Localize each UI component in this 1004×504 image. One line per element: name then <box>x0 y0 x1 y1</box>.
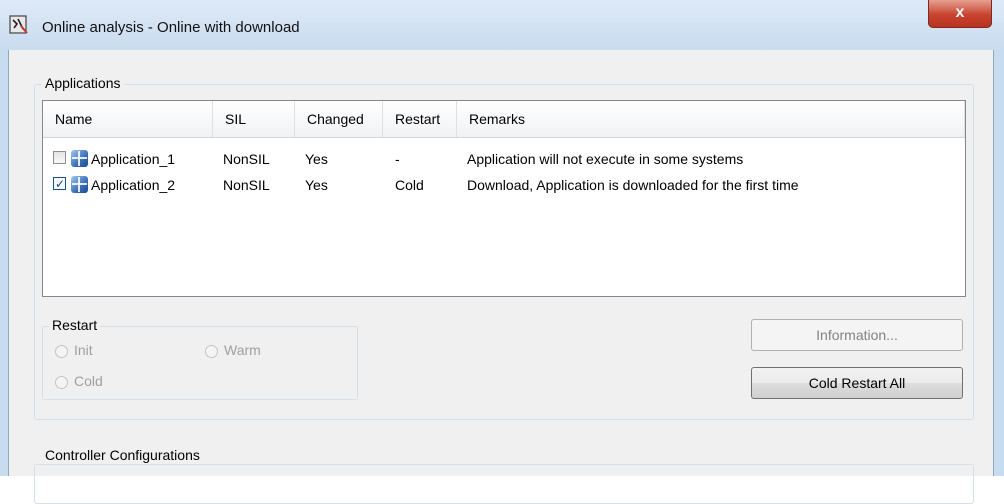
restart-init-radio[interactable] <box>55 345 68 358</box>
row-remarks: Application will not execute in some sys… <box>467 151 744 167</box>
column-header-changed[interactable]: Changed <box>295 101 383 137</box>
row-restart: - <box>395 151 400 167</box>
application-icon <box>71 176 88 193</box>
row-checkbox[interactable] <box>53 151 66 164</box>
application-icon <box>9 15 28 34</box>
column-header-name[interactable]: Name <box>43 101 213 137</box>
cold-restart-all-button[interactable]: Cold Restart All <box>751 367 963 399</box>
column-header-sil[interactable]: SIL <box>213 101 295 137</box>
applications-list[interactable]: Name SIL Changed Restart Remarks Applica… <box>42 100 966 297</box>
table-row[interactable]: Application_2 NonSIL Yes Cold Download, … <box>43 172 965 197</box>
close-icon: x <box>955 4 965 21</box>
row-remarks: Download, Application is downloaded for … <box>467 177 799 193</box>
restart-group-label: Restart <box>49 317 101 333</box>
controller-configurations-group <box>34 464 974 504</box>
title-bar[interactable]: Online analysis - Online with download x <box>0 0 1004 50</box>
column-header-remarks[interactable]: Remarks <box>457 101 965 137</box>
row-sil: NonSIL <box>223 177 270 193</box>
window-title: Online analysis - Online with download <box>42 19 300 36</box>
row-restart: Cold <box>395 177 424 193</box>
applications-group-label: Applications <box>42 75 124 91</box>
restart-init-label: Init <box>74 342 93 358</box>
row-changed: Yes <box>305 151 328 167</box>
row-name: Application_2 <box>91 177 176 193</box>
application-icon <box>71 150 88 167</box>
list-header: Name SIL Changed Restart Remarks <box>43 101 965 138</box>
close-button[interactable]: x <box>928 0 992 28</box>
dialog-window: Online analysis - Online with download x… <box>0 0 1004 504</box>
table-row[interactable]: Application_1 NonSIL Yes - Application w… <box>43 147 965 171</box>
controller-configurations-label: Controller Configurations <box>42 447 203 463</box>
column-header-restart[interactable]: Restart <box>383 101 457 137</box>
row-sil: NonSIL <box>223 151 270 167</box>
information-button[interactable]: Information... <box>751 319 963 351</box>
row-changed: Yes <box>305 177 328 193</box>
restart-warm-label: Warm <box>224 342 261 358</box>
restart-cold-radio[interactable] <box>55 376 68 389</box>
row-name: Application_1 <box>91 151 176 167</box>
restart-warm-radio[interactable] <box>205 345 218 358</box>
row-checkbox[interactable] <box>53 172 66 196</box>
restart-cold-label: Cold <box>74 373 103 389</box>
